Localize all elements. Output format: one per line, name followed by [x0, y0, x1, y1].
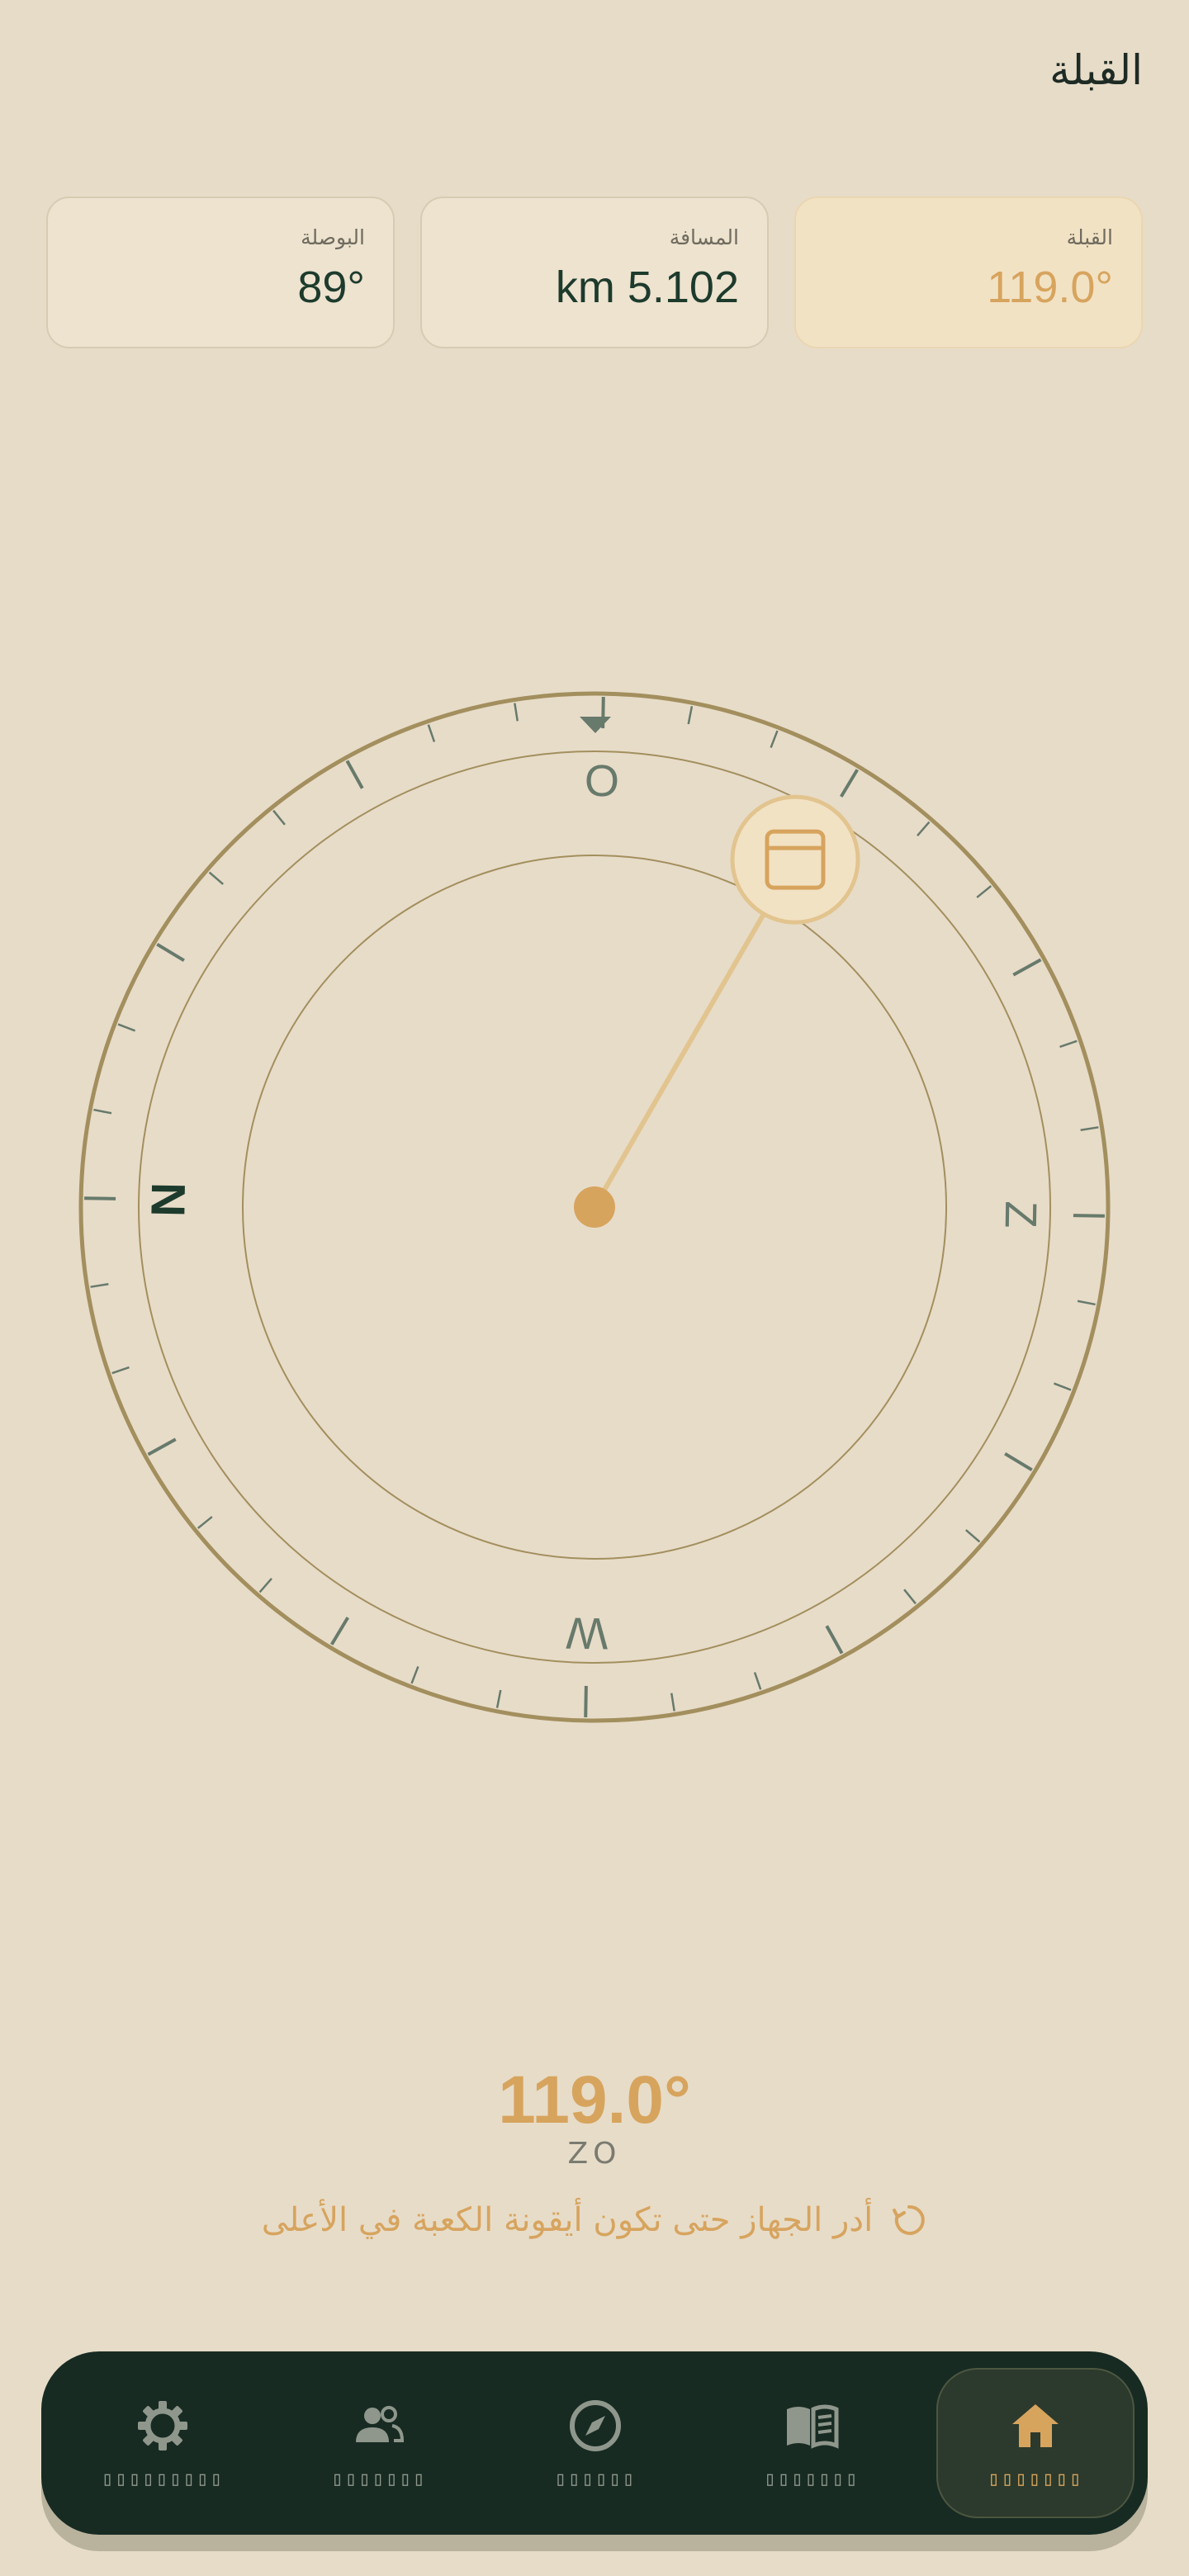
- compass-tick: [1077, 1300, 1096, 1306]
- rotate-icon: [893, 2204, 926, 2235]
- compass-tick: [1080, 1126, 1099, 1131]
- compass-tick: [90, 1283, 109, 1288]
- compass-tick: [687, 706, 694, 725]
- compass-tick: [427, 724, 436, 742]
- compass-tick: [584, 1685, 588, 1717]
- qibla-needle: [592, 907, 769, 1210]
- cardinal-west: W: [566, 1608, 609, 1658]
- people-icon: [356, 2406, 405, 2442]
- compass-tick: [753, 1672, 762, 1690]
- hint-text: أدر الجهاز حتى تكون أيقونة الكعبة في الأ…: [261, 2201, 874, 2239]
- nav-label-home: ▯▯▯▯▯▯▯: [988, 2467, 1083, 2490]
- compass-tick: [272, 809, 286, 826]
- compass-tick: [1053, 1382, 1072, 1391]
- compass-tick: [770, 730, 779, 749]
- nav-label-book: ▯▯▯▯▯▯▯: [764, 2467, 860, 2490]
- cardinal-north: N: [141, 1181, 196, 1217]
- compass-tick: [208, 871, 225, 885]
- nav-label-settings: ▯▯▯▯▯▯▯▯▯: [101, 2467, 225, 2490]
- gear-icon: [138, 2401, 187, 2451]
- nav-item-settings[interactable]: ▯▯▯▯▯▯▯▯▯: [54, 2368, 271, 2518]
- nav-item-book[interactable]: ▯▯▯▯▯▯▯: [703, 2368, 920, 2518]
- compass-tick: [670, 1693, 675, 1712]
- compass-tick: [840, 769, 860, 798]
- compass-tick: [93, 1108, 112, 1115]
- compass-tick: [410, 1665, 419, 1684]
- compass-tick: [258, 1577, 272, 1593]
- compass-tick: [514, 703, 519, 722]
- compass-dial: N O Z W: [78, 691, 1111, 1723]
- kaaba-marker: [730, 794, 860, 925]
- nav-label-people: ▯▯▯▯▯▯▯: [331, 2467, 427, 2490]
- nav-label-compass: ▯▯▯▯▯▯: [554, 2467, 637, 2490]
- center-dot: [574, 1186, 615, 1228]
- compass-tick: [197, 1516, 213, 1529]
- cardinal-south: Z: [996, 1200, 1046, 1229]
- compass-tick: [964, 1529, 981, 1543]
- rotation-hint: أدر الجهاز حتى تكون أيقونة الكعبة في الأ…: [0, 2201, 1189, 2239]
- compass-tick: [1012, 958, 1042, 977]
- cardinal-east: O: [584, 756, 619, 807]
- compass-tick: [976, 885, 992, 898]
- compass-tick: [1073, 1214, 1105, 1218]
- home-icon: [1012, 2404, 1059, 2447]
- compass-tick: [1059, 1039, 1078, 1049]
- nav-item-home[interactable]: ▯▯▯▯▯▯▯: [936, 2368, 1135, 2518]
- compass-tick: [147, 1437, 177, 1456]
- compass-icon: [570, 2400, 621, 2451]
- compass-tick: [825, 1625, 844, 1655]
- compass-tick: [156, 942, 185, 962]
- compass-tick: [917, 821, 931, 837]
- compass-tick: [495, 1689, 502, 1708]
- compass-tick: [345, 760, 364, 789]
- compass-tick: [329, 1617, 349, 1646]
- book-icon: [787, 2404, 839, 2449]
- bearing-readout: 119.0°: [498, 2062, 691, 2138]
- compass-tick: [111, 1366, 130, 1375]
- compass-tick: [903, 1589, 917, 1605]
- heading-indicator-icon: [580, 717, 611, 733]
- compass-tick: [84, 1196, 116, 1200]
- compass-tick: [117, 1023, 136, 1032]
- bottom-nav[interactable]: ▯▯▯▯▯▯▯ ▯▯▯▯▯▯▯ ▯▯▯▯▯▯ ▯▯▯▯▯▯▯ ▯▯▯▯▯▯▯▯▯: [41, 2351, 1148, 2535]
- nav-item-compass[interactable]: ▯▯▯▯▯▯: [487, 2368, 703, 2518]
- nav-item-people[interactable]: ▯▯▯▯▯▯▯: [271, 2368, 487, 2518]
- direction-readout: ZO: [567, 2137, 622, 2171]
- compass-tick: [1004, 1452, 1033, 1472]
